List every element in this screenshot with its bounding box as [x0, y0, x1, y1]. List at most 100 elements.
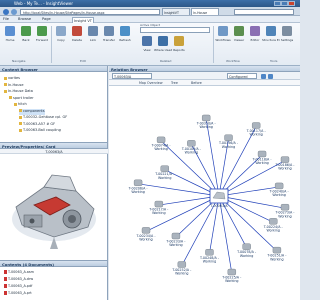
tree-item[interactable]: T-00063-A57 # GF	[19, 122, 55, 128]
relation-node[interactable]: T-00240/A -Working	[269, 182, 290, 197]
relation-mode-select[interactable]: Configured	[227, 73, 257, 79]
tree-item[interactable]: sport trailer	[9, 96, 34, 102]
relation-node[interactable]: T-00078/A -Working	[236, 243, 257, 258]
relation-node[interactable]: T-00233/A -Working	[165, 232, 186, 247]
relation-node[interactable]: T-00251/A -Working	[266, 246, 287, 262]
part-thumbnail-icon	[242, 243, 251, 250]
relation-node[interactable]: T-00224/A -Working	[263, 218, 284, 232]
browser-tab-insightvt[interactable]: InsightVT	[162, 8, 190, 15]
menu-file[interactable]: File	[3, 17, 9, 21]
zoom-in-icon[interactable]	[261, 73, 266, 79]
file-list-item[interactable]: T-00063_A.drw	[4, 277, 33, 283]
ribbon-button-delete[interactable]: Delete	[70, 26, 84, 50]
relation-node-label: T-00186/A -Working	[275, 163, 296, 171]
ribbon-button-link[interactable]: Link	[86, 26, 100, 50]
ribbon-button-view[interactable]: View	[140, 36, 154, 58]
tab-map-overview[interactable]: Map Overview	[139, 81, 163, 85]
relation-node[interactable]: T-00356/A -Working	[218, 134, 239, 149]
relation-node-label: T-00251/A -Working	[266, 254, 287, 262]
tab-before[interactable]: Before	[191, 81, 202, 85]
relation-node-label: T-00221/A -Working	[154, 172, 175, 180]
folder-icon	[4, 89, 7, 93]
tree-item[interactable]: hitch	[14, 102, 27, 108]
active-object-field[interactable]	[140, 27, 210, 33]
relation-node[interactable]: T-00252/A -Working	[171, 261, 192, 276]
part-thumbnail-icon	[187, 140, 196, 147]
tab-tree[interactable]: Tree	[171, 81, 178, 85]
url-field[interactable]: http://local/Sites/In-House/SitePages/In…	[20, 8, 160, 15]
tree-item[interactable]: In-House	[4, 83, 23, 89]
close-icon[interactable]	[288, 1, 295, 6]
ribbon-button-refresh[interactable]: Refresh	[118, 26, 132, 50]
relation-node[interactable]: T-00217/A -Working	[148, 200, 169, 215]
tree-item-label: T-00063-A57 # GF	[23, 121, 56, 126]
relation-node-label: T-00234/A -Working	[136, 234, 157, 242]
menu-browse[interactable]: Browse	[18, 17, 31, 21]
relation-center-node[interactable]: T-00063/A	[209, 188, 229, 208]
relation-node[interactable]: T-00273/A -Working	[275, 204, 296, 218]
ribbon-button-back[interactable]: Back	[19, 26, 33, 50]
file-list-item[interactable]: T-00063_A.prt	[4, 291, 32, 297]
relation-graph[interactable]: T-00074/A -Working T-00109/A -Working T-00…	[109, 86, 300, 300]
relation-node[interactable]: T-00221/A -Working	[154, 165, 175, 180]
maximize-icon[interactable]	[281, 1, 288, 6]
relation-node-label: T-00248/A -Working	[199, 256, 220, 264]
part-thumbnail-icon	[224, 134, 233, 141]
ribbon-button-editor[interactable]: Editor	[248, 26, 262, 50]
back-icon[interactable]	[3, 8, 9, 15]
relation-node[interactable]: T-00109/A -Working	[181, 140, 202, 154]
address-bar: http://local/Sites/In-House/SitePages/In…	[0, 7, 300, 16]
ribbon-button-viewer[interactable]: Viewer	[232, 26, 246, 50]
relation-browser-panel: Relation Browser T-00063/A Configured Ma…	[109, 66, 300, 300]
tree-item-label: T-00032-Gehäuse cpl. GF	[23, 115, 68, 119]
file-list-item[interactable]: T-00063_A.pdf	[4, 284, 32, 290]
ribbon-button-where-used[interactable]: Where Used	[154, 36, 172, 58]
relation-node[interactable]: T-00234/A -Working	[136, 227, 157, 242]
part-3d-preview[interactable]	[4, 157, 104, 257]
zoom-out-icon[interactable]	[268, 73, 273, 79]
folder-icon	[4, 83, 7, 86]
relation-node-label: T-00206/A -Working	[128, 186, 149, 194]
ribbon-button-reports[interactable]: Reports	[172, 36, 186, 58]
ribbon-button-settings[interactable]: Settings	[280, 26, 294, 50]
part-thumbnail-icon	[274, 182, 284, 190]
tree-item[interactable]: components	[19, 108, 45, 115]
tree-item[interactable]: In-House Data	[4, 89, 33, 95]
tree-item[interactable]: T-00063-Ball coupling	[19, 128, 61, 134]
ribbon-button-transfer[interactable]: Transfer	[102, 26, 116, 50]
relation-node-label: T-00078/A -Working	[236, 250, 257, 258]
relation-node[interactable]: T-00350/A -Working	[196, 114, 217, 129]
group-label-related: Related	[160, 59, 172, 63]
ribbon-button-structure-editor[interactable]: Structure Editor	[262, 26, 280, 50]
file-list-item[interactable]: T-00063_A.asm	[4, 270, 34, 276]
ribbon-button-workflows[interactable]: Workflows	[215, 26, 231, 50]
relation-object-field[interactable]: T-00063/A	[112, 73, 152, 79]
forward-icon[interactable]	[11, 8, 17, 15]
document-icon	[4, 270, 7, 274]
menu-page[interactable]: Page	[42, 17, 51, 21]
relation-node[interactable]: T-00186/A -Working	[275, 156, 296, 171]
ribbon-button-copy[interactable]: Copy	[54, 26, 68, 50]
relation-node[interactable]: T-00248/A -Working	[199, 249, 220, 263]
relation-link	[218, 195, 286, 209]
tree-item[interactable]: vorites	[4, 76, 20, 82]
part-thumbnail-icon	[205, 249, 214, 256]
search-input[interactable]	[234, 8, 294, 15]
ribbon-button-forward[interactable]: Forward	[35, 26, 49, 50]
viewer-icon	[234, 26, 244, 36]
relation-node[interactable]: T-00118/A -Working	[252, 150, 273, 165]
tree-item[interactable]: T-00032-Gehäuse cpl. GF	[19, 115, 67, 121]
minimize-icon[interactable]	[274, 1, 281, 6]
tree-item-label: sport trailer	[13, 95, 34, 100]
relation-node[interactable]: T-00225/A -Working	[221, 268, 242, 284]
relation-node[interactable]: T-00117/A -Working	[246, 122, 267, 137]
ribbon: Home Back Forward Copy Delete Link Trans…	[0, 23, 300, 66]
relation-node-label: T-00225/A -Working	[221, 276, 242, 284]
relation-node[interactable]: T-00206/A -Working	[128, 179, 149, 194]
relation-node[interactable]: T-00074/A -Working	[151, 136, 172, 151]
tree-item-label: components	[23, 108, 45, 113]
part-thumbnail-icon	[201, 114, 211, 122]
ribbon-button-home[interactable]: Home	[3, 26, 17, 50]
part-thumbnail-icon	[160, 165, 169, 172]
browser-tab-inhouse[interactable]: In-House	[191, 8, 219, 15]
